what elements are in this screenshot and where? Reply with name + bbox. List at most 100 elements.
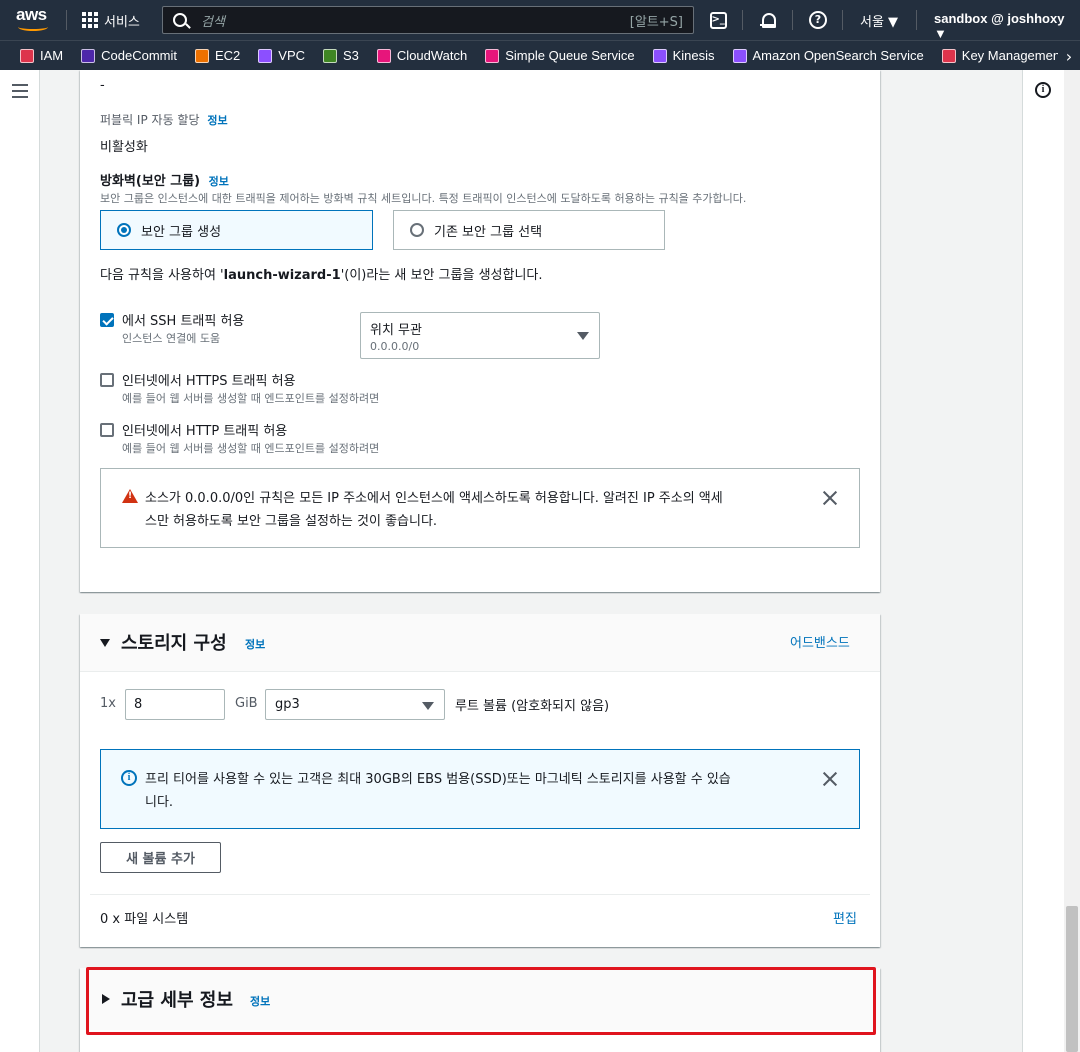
edit-file-systems-link[interactable]: 편집 (833, 908, 857, 927)
ssh-source-select[interactable]: 위치 무관 0.0.0.0/0 (360, 312, 600, 359)
grid-icon (82, 12, 98, 28)
scrollbar-thumb[interactable] (1066, 906, 1078, 1052)
free-tier-info-alert: i 프리 티어를 사용할 수 있는 고객은 최대 30GB의 EBS 범용(SS… (100, 749, 860, 829)
aws-logo[interactable]: aws (16, 6, 52, 34)
favorite-label: EC2 (214, 48, 241, 63)
firewall-info-link[interactable]: 정보 (209, 175, 229, 188)
favorite-ec2[interactable]: EC2 (194, 48, 241, 63)
ssh-checkbox[interactable] (100, 313, 114, 327)
favorite-s3[interactable]: S3 (323, 48, 359, 63)
favorite-cloudwatch[interactable]: CloudWatch (376, 48, 467, 63)
volume-size-value: 8 (134, 697, 143, 712)
storage-header[interactable]: 스토리지 구성 정보 어드밴스드 (80, 614, 880, 672)
volume-unit: GiB (235, 696, 258, 711)
ssh-source-value: 위치 무관 (370, 323, 422, 338)
scrollbar-track[interactable] (1064, 70, 1080, 1052)
nav-divider (916, 10, 917, 30)
expand-caret-icon (100, 639, 110, 647)
public-ip-info-link[interactable]: 정보 (207, 114, 227, 127)
radio-unselected-icon (410, 223, 424, 237)
root-volume-note: 루트 볼륨 (암호화되지 않음) (455, 699, 610, 714)
search-input[interactable]: 검색 [알트+S] (162, 6, 694, 34)
storage-divider (90, 894, 870, 895)
storage-info-link[interactable]: 정보 (245, 636, 265, 652)
security-group-create-note: 다음 규칙을 사용하여 'launch-wizard-1'(이)라는 새 보안 … (100, 264, 543, 283)
aws-logo-text: aws (16, 5, 47, 24)
add-volume-button[interactable]: 새 볼륨 추가 (100, 842, 221, 873)
volume-size-input[interactable]: 8 (125, 689, 225, 720)
existing-security-group-label: 기존 보안 그룹 선택 (434, 224, 543, 240)
file-systems-count: 0 x 파일 시스템 (100, 912, 189, 927)
account-menu[interactable]: sandbox @ joshhoxy ▼ (934, 11, 1080, 41)
close-icon[interactable] (822, 771, 838, 787)
help-icon: ? (809, 11, 827, 29)
ssh-source-cidr: 0.0.0.0/0 (370, 340, 420, 353)
hamburger-menu-icon[interactable] (12, 84, 28, 98)
existing-security-group-option[interactable]: 기존 보안 그룹 선택 (393, 210, 665, 250)
left-sidebar (0, 70, 40, 1052)
warning-text-line1: 소스가 0.0.0.0/0인 규칙은 모든 IP 주소에서 인스턴스에 액세스하… (145, 491, 723, 506)
favorite-iam[interactable]: IAM (20, 48, 63, 63)
services-menu-button[interactable]: 서비스 (82, 8, 140, 32)
http-checkbox[interactable] (100, 423, 114, 437)
favorite-label: Amazon OpenSearch Service (752, 48, 924, 63)
free-tier-text-line2: 니다. (145, 795, 174, 810)
https-description: 예를 들어 웹 서버를 생성할 때 엔드포인트를 설정하려면 (122, 392, 380, 405)
top-navigation: aws 서비스 검색 [알트+S] >_ ? 서울 ▼ sandbox @ jo… (0, 0, 1080, 41)
http-description: 예를 들어 웹 서버를 생성할 때 엔드포인트를 설정하려면 (122, 442, 380, 455)
public-ip-label-text: 퍼블릭 IP 자동 할당 (100, 113, 200, 127)
favorites-scroll-right-button[interactable]: › (1058, 41, 1080, 70)
help-button[interactable]: ? (808, 10, 828, 30)
search-icon (173, 13, 187, 27)
favorite-kinesis[interactable]: Kinesis (652, 48, 715, 63)
favorite-codecommit[interactable]: CodeCommit (81, 48, 177, 63)
chevron-down-icon (577, 332, 589, 340)
search-placeholder: 검색 (201, 14, 225, 30)
public-ip-value: 비활성화 (100, 140, 148, 155)
https-checkbox[interactable] (100, 373, 114, 387)
radio-selected-icon (117, 223, 131, 237)
create-note-suffix: '(이)라는 새 보안 그룹을 생성합니다. (340, 268, 543, 283)
create-security-group-label: 보안 그룹 생성 (141, 224, 222, 240)
favorite-label: IAM (40, 48, 64, 63)
cloudshell-icon: >_ (709, 11, 727, 29)
info-icon[interactable]: i (1035, 82, 1051, 98)
region-selector[interactable]: 서울 ▼ (860, 11, 898, 30)
warning-icon (122, 489, 138, 503)
http-label: 인터넷에서 HTTP 트래픽 허용 (122, 424, 288, 439)
nav-divider (792, 10, 793, 30)
public-ip-label: 퍼블릭 IP 자동 할당 정보 (100, 111, 228, 128)
volume-type-select[interactable]: gp3 (265, 689, 445, 720)
create-security-group-option[interactable]: 보안 그룹 생성 (100, 210, 373, 250)
https-label: 인터넷에서 HTTPS 트래픽 허용 (122, 374, 296, 389)
favorite-label: Kinesis (672, 48, 715, 63)
info-circle-icon: i (121, 770, 137, 786)
favorites-bar: IAM CodeCommit EC2 VPC S3 CloudWatch Simple Qu… (0, 40, 1080, 70)
nav-divider (842, 10, 843, 30)
firewall-description: 보안 그룹은 인스턴스에 대한 트래픽을 제어하는 방화벽 규칙 세트입니다. … (100, 192, 747, 205)
favorite-amazon-opensearch-service[interactable]: Amazon OpenSearch Service (732, 48, 924, 63)
highlight-annotation-box (86, 967, 876, 1035)
service-icon (652, 48, 667, 63)
cloudshell-button[interactable]: >_ (708, 10, 728, 30)
service-icon (323, 48, 338, 63)
warning-text-line2: 스만 허용하도록 보안 그룹을 설정하는 것이 좋습니다. (145, 514, 438, 529)
close-icon[interactable] (822, 490, 838, 506)
favorite-label: S3 (343, 48, 359, 63)
favorite-label: Simple Queue Service (505, 48, 635, 63)
notifications-button[interactable] (758, 10, 778, 30)
advanced-storage-link[interactable]: 어드밴스드 (790, 632, 850, 651)
open-ip-warning-alert: 소스가 0.0.0.0/0인 규칙은 모든 IP 주소에서 인스턴스에 액세스하… (100, 468, 860, 548)
ssh-label: 에서 SSH 트래픽 허용 (122, 314, 245, 329)
firewall-title-text: 방화벽(보안 그룹) (100, 174, 201, 189)
service-icon (194, 48, 209, 63)
nav-divider (66, 10, 67, 30)
favorite-vpc[interactable]: VPC (258, 48, 305, 63)
service-icon (485, 48, 500, 63)
favorite-simple-queue-service[interactable]: Simple Queue Service (485, 48, 635, 63)
service-icon (941, 48, 956, 63)
aws-smile-icon (18, 23, 48, 31)
firewall-title: 방화벽(보안 그룹) 정보 (100, 170, 229, 189)
storage-title: 스토리지 구성 (121, 633, 227, 654)
volume-type-value: gp3 (275, 697, 300, 712)
